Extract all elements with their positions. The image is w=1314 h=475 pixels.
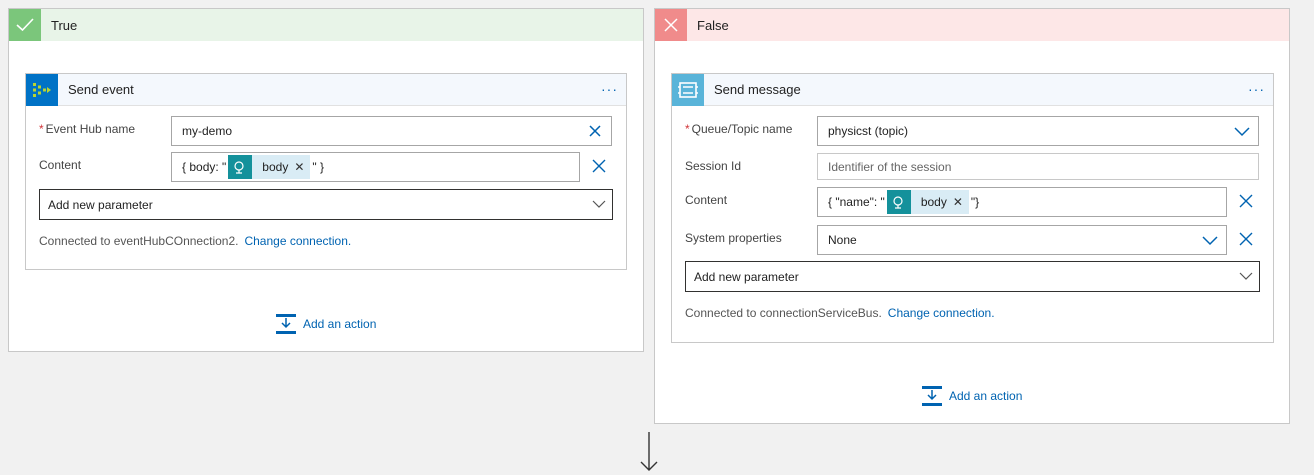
remove-parameter-icon[interactable] xyxy=(590,157,608,175)
check-icon xyxy=(9,9,41,41)
chevron-down-icon[interactable] xyxy=(1202,232,1218,248)
add-action-button[interactable]: Add an action xyxy=(921,385,1022,407)
content-row: Content { "name": " body ✕ "} xyxy=(685,187,1255,217)
session-id-input[interactable]: Identifier of the session xyxy=(817,153,1259,180)
session-id-placeholder: Identifier of the session xyxy=(828,159,952,174)
http-request-icon xyxy=(886,190,911,214)
body-token[interactable]: body ✕ xyxy=(886,190,969,214)
add-parameter-label: Add new parameter xyxy=(48,197,153,212)
send-event-card-header[interactable]: Send event ··· xyxy=(26,73,626,106)
service-bus-icon xyxy=(672,73,704,106)
http-request-icon xyxy=(228,155,253,179)
queue-topic-name-label: * Queue/Topic name xyxy=(685,122,793,136)
add-action-icon xyxy=(276,314,296,334)
content-label: Content xyxy=(685,193,728,207)
token-label: body xyxy=(262,160,289,174)
change-connection-link[interactable]: Change connection. xyxy=(244,234,351,248)
false-branch: False Send message ··· * Queue/Topic name… xyxy=(654,8,1290,424)
queue-topic-name-row: * Queue/Topic name physicst (topic) xyxy=(685,116,1259,146)
close-icon xyxy=(655,9,687,41)
system-properties-label: System properties xyxy=(685,231,782,245)
chevron-down-icon[interactable] xyxy=(1234,123,1250,139)
session-id-row: Session Id Identifier of the session xyxy=(685,153,1259,180)
system-properties-dropdown[interactable]: None xyxy=(817,225,1227,255)
add-action-label: Add an action xyxy=(303,317,377,331)
content-suffix: "} xyxy=(970,195,980,209)
send-message-card-header[interactable]: Send message ··· xyxy=(672,73,1273,106)
true-branch: True Send event ··· * Event Hub name my-… xyxy=(8,8,644,352)
content-suffix: " } xyxy=(312,160,324,174)
connection-text: Connected to eventHubCOnnection2. xyxy=(39,234,239,248)
remove-token-button[interactable]: ✕ xyxy=(953,195,969,209)
connection-text: Connected to connectionServiceBus. xyxy=(685,306,882,320)
event-hub-name-row: * Event Hub name my-demo xyxy=(39,116,612,146)
false-branch-title: False xyxy=(697,17,729,33)
true-branch-title: True xyxy=(51,17,78,33)
queue-topic-name-value: physicst (topic) xyxy=(828,124,909,138)
change-connection-link[interactable]: Change connection. xyxy=(888,306,995,320)
send-event-card: Send event ··· * Event Hub name my-demo C… xyxy=(25,73,627,270)
true-branch-header[interactable]: True xyxy=(9,9,643,41)
clear-icon[interactable] xyxy=(587,123,603,139)
content-row: Content { body: " body ✕ " } xyxy=(39,152,608,182)
content-field[interactable]: { "name": " body ✕ "} xyxy=(817,187,1227,217)
connection-info: Connected to eventHubCOnnection2. Change … xyxy=(39,234,351,248)
more-options-button[interactable]: ··· xyxy=(1248,81,1265,97)
card-title: Send message xyxy=(714,82,801,97)
add-new-parameter-dropdown[interactable]: Add new parameter xyxy=(39,189,613,220)
add-action-button[interactable]: Add an action xyxy=(275,313,376,335)
remove-token-button[interactable]: ✕ xyxy=(294,160,310,174)
system-properties-value: None xyxy=(828,233,857,247)
system-properties-row: System properties None xyxy=(685,225,1255,255)
add-action-label: Add an action xyxy=(949,389,1023,403)
arrow-down-icon xyxy=(638,432,660,475)
send-message-card: Send message ··· * Queue/Topic name physi… xyxy=(671,73,1274,343)
chevron-down-icon xyxy=(592,197,606,214)
add-action-icon xyxy=(922,386,942,406)
event-hubs-icon xyxy=(26,73,58,106)
content-prefix: { "name": " xyxy=(828,195,885,209)
remove-parameter-icon[interactable] xyxy=(1237,192,1255,210)
session-id-label: Session Id xyxy=(685,159,742,173)
remove-parameter-icon[interactable] xyxy=(1237,230,1255,248)
event-hub-name-field[interactable]: my-demo xyxy=(171,116,612,146)
event-hub-name-value: my-demo xyxy=(182,124,233,138)
body-token[interactable]: body ✕ xyxy=(228,155,311,179)
content-field[interactable]: { body: " body ✕ " } xyxy=(171,152,580,182)
card-title: Send event xyxy=(68,82,134,97)
event-hub-name-label: * Event Hub name xyxy=(39,122,136,136)
add-parameter-label: Add new parameter xyxy=(694,269,799,284)
false-branch-header[interactable]: False xyxy=(655,9,1289,41)
add-new-parameter-dropdown[interactable]: Add new parameter xyxy=(685,261,1260,292)
more-options-button[interactable]: ··· xyxy=(601,81,618,97)
queue-topic-name-dropdown[interactable]: physicst (topic) xyxy=(817,116,1259,146)
content-prefix: { body: " xyxy=(182,160,227,174)
token-label: body xyxy=(920,195,947,209)
connection-info: Connected to connectionServiceBus. Change… xyxy=(685,306,995,320)
chevron-down-icon xyxy=(1239,269,1253,286)
content-label: Content xyxy=(39,158,82,172)
